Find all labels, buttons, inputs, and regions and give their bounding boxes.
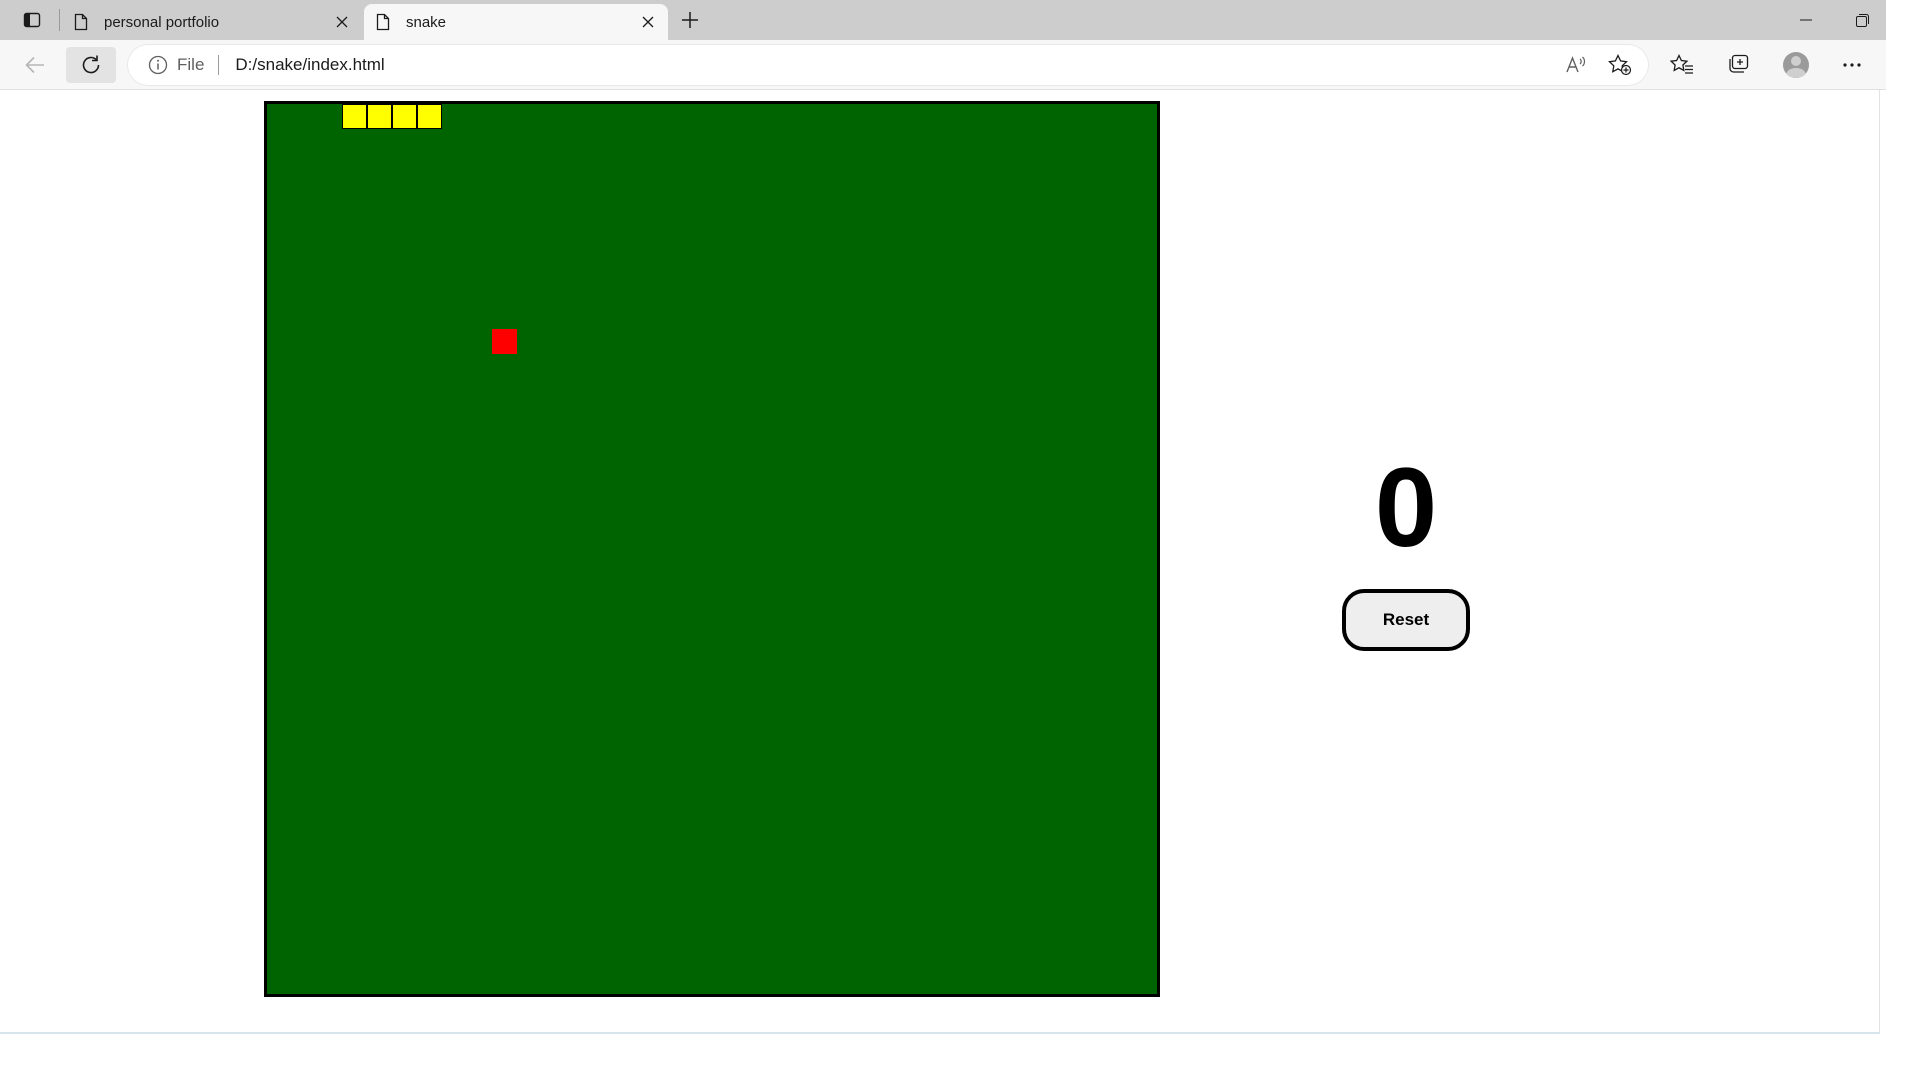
close-icon[interactable]	[328, 8, 356, 36]
close-icon[interactable]	[634, 8, 662, 36]
tab-strip: personal portfolio snake	[0, 0, 1886, 40]
page-icon	[376, 13, 392, 31]
more-icon	[1842, 63, 1862, 67]
refresh-button[interactable]	[66, 47, 116, 83]
food-block	[492, 329, 517, 354]
tab-actions-icon	[23, 11, 41, 29]
reset-button[interactable]: Reset	[1342, 589, 1470, 651]
page-viewport: 0 Reset	[0, 90, 1880, 1034]
info-icon	[148, 55, 168, 75]
tab-title: personal portfolio	[104, 13, 220, 31]
game-board[interactable]	[264, 101, 1160, 997]
minimize-icon	[1800, 19, 1812, 21]
refresh-icon	[80, 54, 102, 76]
address-divider	[218, 55, 220, 75]
favorites-icon	[1670, 54, 1694, 76]
snake-segment	[367, 104, 392, 129]
minimize-button[interactable]	[1784, 8, 1828, 32]
add-favorite-button[interactable]	[1598, 47, 1642, 83]
back-button[interactable]	[10, 47, 60, 83]
collections-button[interactable]	[1716, 47, 1760, 83]
more-button[interactable]	[1830, 47, 1874, 83]
avatar-icon	[1783, 52, 1809, 78]
restore-icon	[1855, 13, 1869, 27]
site-info-label: File	[177, 55, 205, 74]
snake-segment	[342, 104, 367, 129]
restore-button[interactable]	[1840, 8, 1884, 32]
collections-icon	[1726, 54, 1750, 76]
browser-toolbar: File D:/snake/index.html	[0, 40, 1886, 90]
snake-segment	[417, 104, 442, 129]
page-icon	[74, 13, 90, 31]
tab-snake[interactable]: snake	[364, 4, 668, 40]
new-tab-button[interactable]	[674, 6, 706, 34]
tab-personal-portfolio[interactable]: personal portfolio	[62, 4, 362, 40]
tab-actions-button[interactable]	[12, 6, 52, 34]
read-aloud-button[interactable]	[1554, 47, 1598, 83]
tab-divider	[59, 9, 60, 31]
address-bar[interactable]: File D:/snake/index.html	[128, 45, 1648, 85]
arrow-left-icon	[25, 56, 45, 74]
favorites-button[interactable]	[1660, 47, 1704, 83]
profile-button[interactable]	[1774, 47, 1818, 83]
site-info-button[interactable]: File	[148, 45, 204, 85]
snake-segment	[392, 104, 417, 129]
url-text[interactable]: D:/snake/index.html	[235, 55, 384, 75]
star-plus-icon	[1608, 54, 1632, 76]
tab-title: snake	[406, 13, 447, 31]
score-text: 0	[1374, 445, 1438, 570]
plus-icon	[681, 11, 699, 29]
read-aloud-icon	[1565, 55, 1587, 75]
